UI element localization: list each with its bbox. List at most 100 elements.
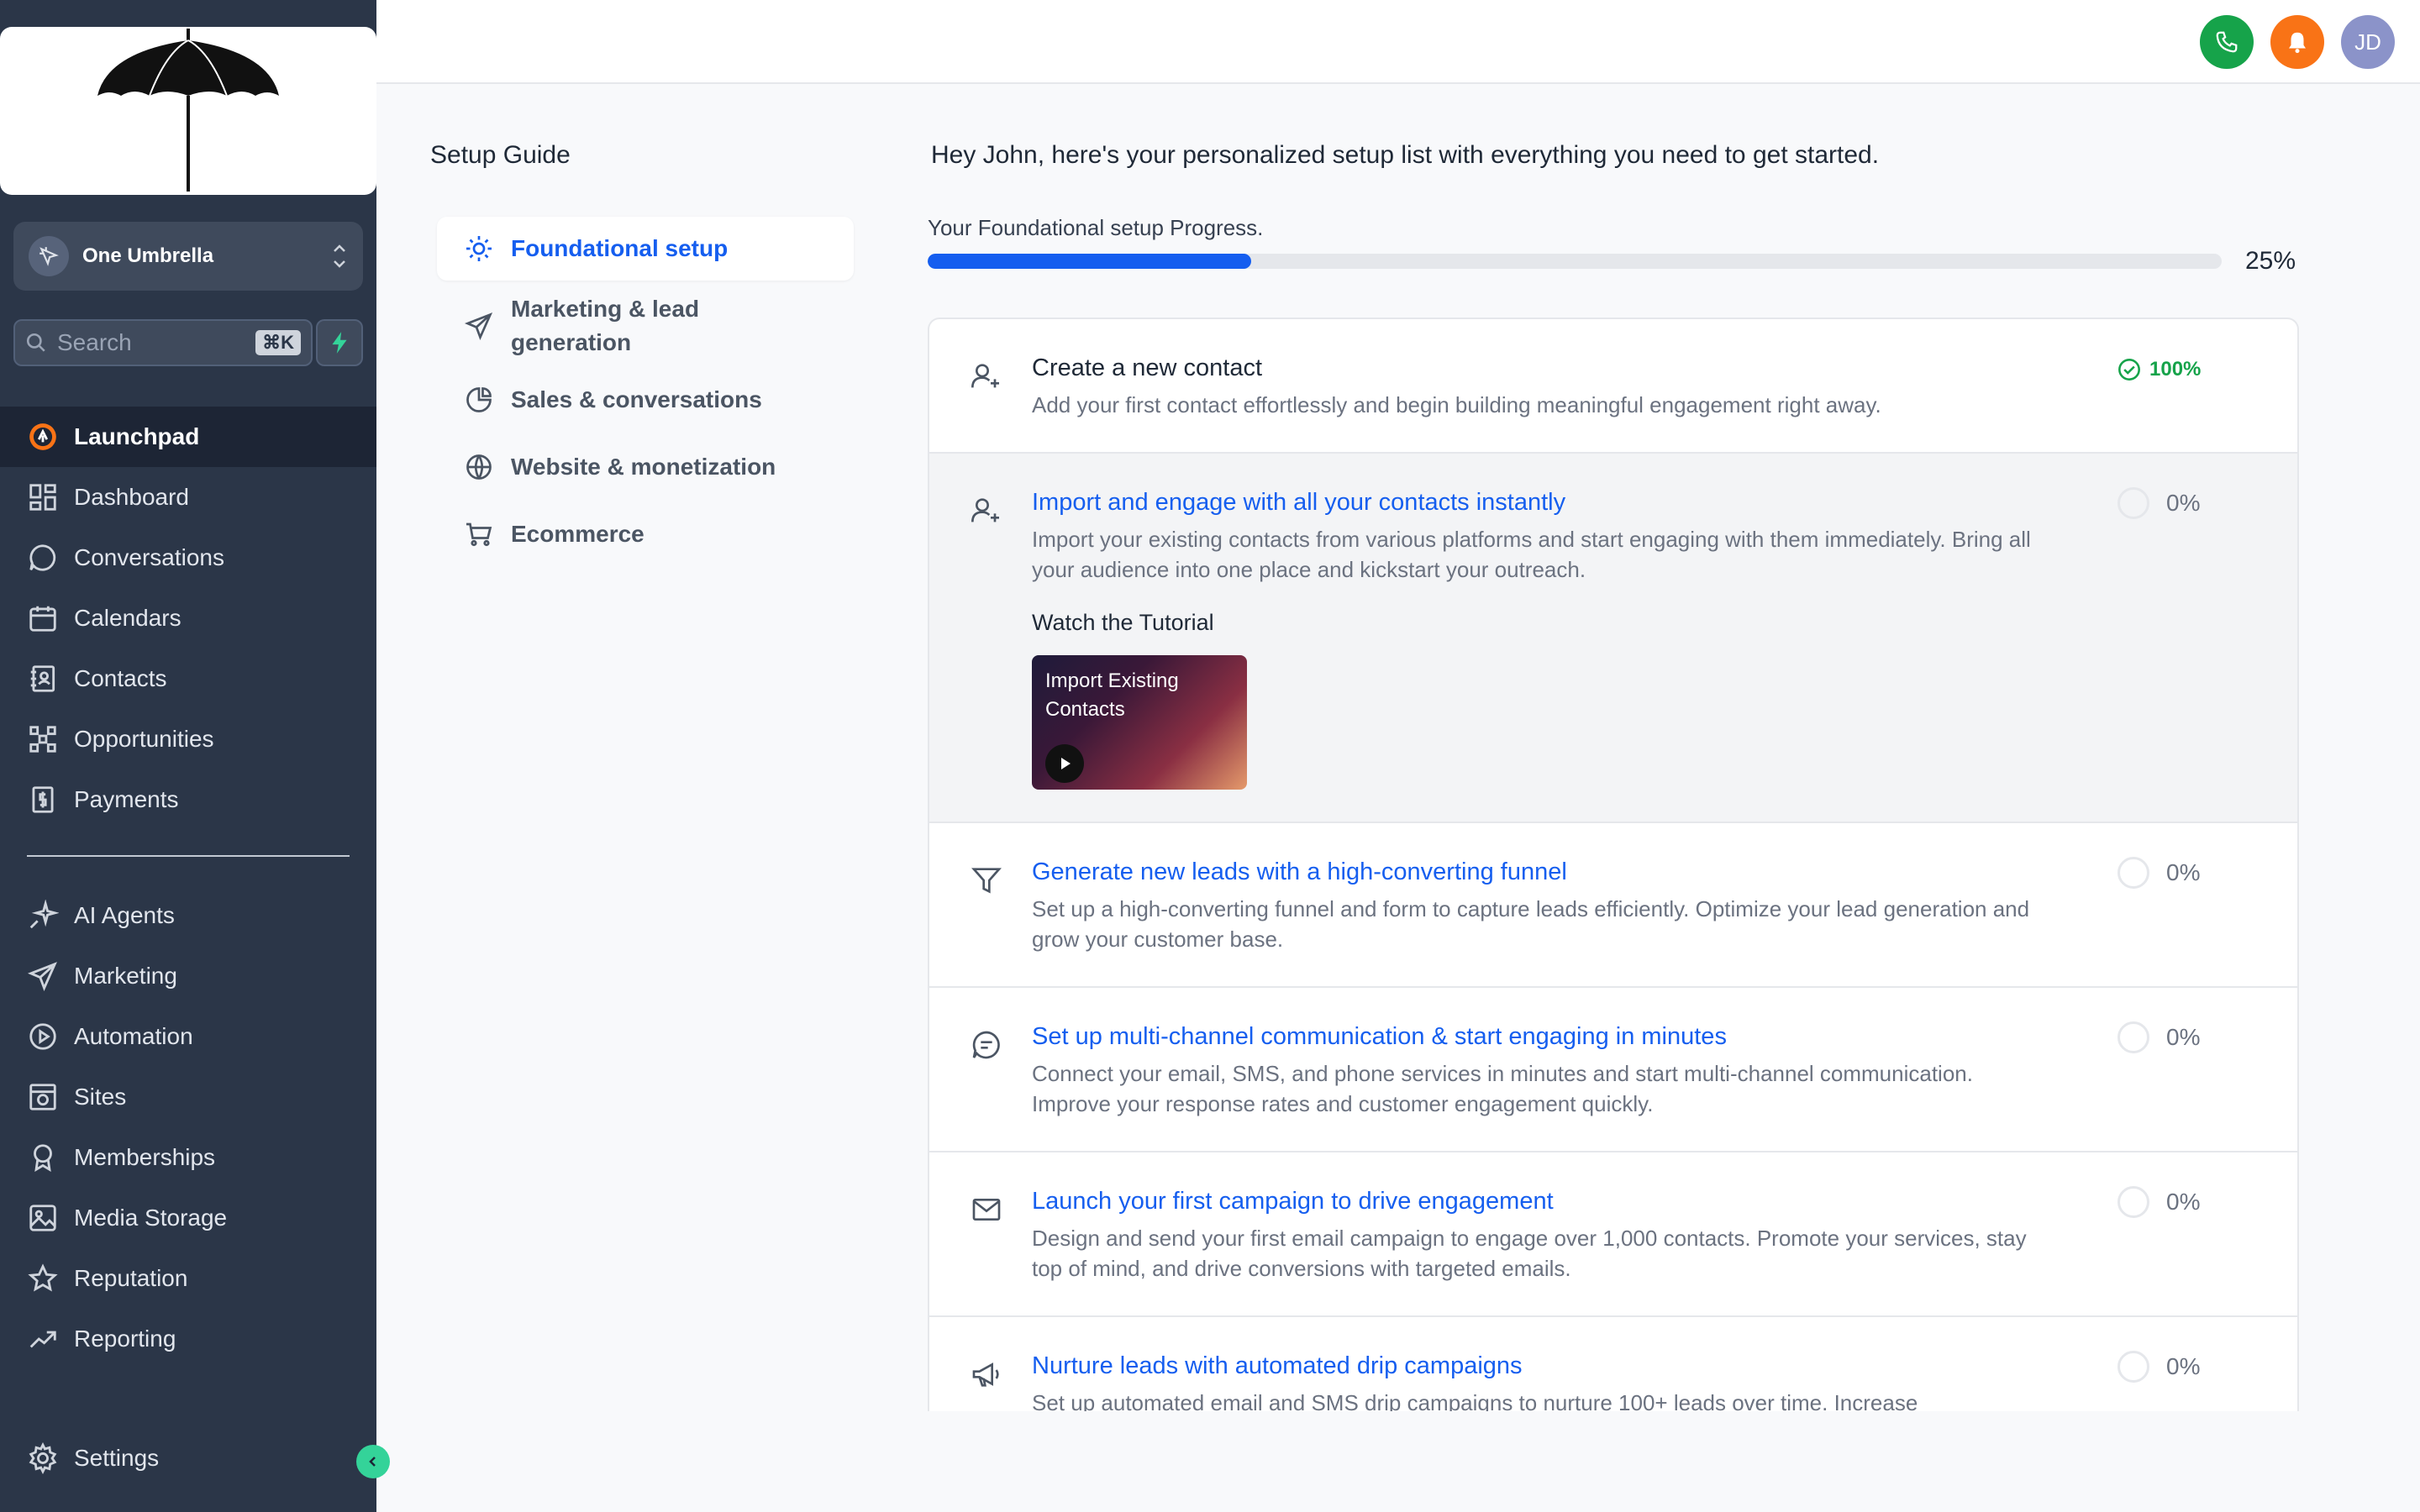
- tutorial-title: Import Existing Contacts: [1045, 669, 1179, 721]
- launchpad-icon: [29, 423, 56, 450]
- guide-item-foundational[interactable]: Foundational setup: [437, 217, 854, 281]
- task-item[interactable]: Generate new leads with a high-convertin…: [929, 823, 2297, 988]
- nav-label: Sites: [74, 1084, 127, 1110]
- task-item[interactable]: Nurture leads with automated drip campai…: [929, 1317, 2297, 1411]
- task-percent: 0%: [2166, 490, 2201, 516]
- chat-icon: [29, 544, 56, 571]
- send-icon: [27, 962, 57, 992]
- account-switcher[interactable]: One Umbrella: [13, 222, 363, 291]
- task-status: 0%: [2118, 1351, 2200, 1383]
- notifications-button[interactable]: [2270, 15, 2324, 69]
- nav-launchpad[interactable]: Launchpad: [0, 407, 376, 467]
- progress-percent: 25%: [2245, 247, 2296, 275]
- task-description: Design and send your first email campaig…: [1032, 1226, 2027, 1281]
- task-title[interactable]: Generate new leads with a high-convertin…: [1032, 858, 1567, 886]
- send-icon: [464, 312, 493, 341]
- task-status: 0%: [2118, 1186, 2200, 1218]
- nav-ai-agents[interactable]: AI Agents: [0, 885, 376, 946]
- guide-item-label: Website & monetization: [511, 454, 776, 480]
- nav-reporting[interactable]: Reporting: [0, 1309, 376, 1369]
- account-name: One Umbrella: [82, 244, 214, 267]
- nav-payments[interactable]: Payments: [0, 769, 376, 830]
- search-input[interactable]: Search: [57, 329, 255, 356]
- nav-label: Conversations: [74, 544, 224, 570]
- guide-item-label: Marketing & lead generation: [511, 296, 700, 355]
- nav-contacts[interactable]: Contacts: [0, 648, 376, 709]
- task-title[interactable]: Set up multi-channel communication & sta…: [1032, 1023, 1727, 1051]
- phone-button[interactable]: [2200, 15, 2254, 69]
- task-description: Import your existing contacts from vario…: [1032, 527, 2031, 582]
- nav-marketing[interactable]: Marketing: [0, 946, 376, 1006]
- sidebar: One Umbrella Search ⌘K Launchpad Dashboa…: [0, 0, 376, 1512]
- guide-item-sales[interactable]: Sales & conversations: [437, 366, 854, 433]
- nav-label: Calendars: [74, 605, 182, 631]
- user-plus-icon: [971, 498, 999, 522]
- task-description: Add your first contact effortlessly and …: [1032, 392, 1881, 417]
- globe-icon: [466, 454, 492, 480]
- nav-label: Automation: [74, 1023, 193, 1049]
- user-avatar[interactable]: JD: [2341, 15, 2395, 69]
- nav-label: Reporting: [74, 1326, 176, 1352]
- task-title[interactable]: Create a new contact: [1032, 354, 1262, 382]
- nav-dashboard[interactable]: Dashboard: [0, 467, 376, 528]
- nav-sites[interactable]: Sites: [0, 1067, 376, 1127]
- umbrella-logo-icon: [97, 29, 279, 192]
- badge-icon: [34, 1144, 52, 1173]
- collapse-sidebar-button[interactable]: [356, 1445, 390, 1478]
- phone-icon: [2216, 31, 2238, 53]
- image-icon: [29, 1205, 56, 1231]
- nav-label: AI Agents: [74, 902, 175, 928]
- top-bar: JD: [376, 0, 2420, 84]
- trend-icon: [29, 1331, 56, 1348]
- calendar-icon: [29, 606, 56, 632]
- nav-calendars[interactable]: Calendars: [0, 588, 376, 648]
- guide-item-label: Sales & conversations: [511, 386, 762, 412]
- task-title[interactable]: Import and engage with all your contacts…: [1032, 489, 1565, 517]
- task-list: Create a new contact Add your first cont…: [928, 318, 2299, 1411]
- task-title[interactable]: Launch your first campaign to drive enga…: [1032, 1188, 1554, 1215]
- tutorial-video[interactable]: Import Existing Contacts: [1032, 655, 1247, 790]
- nav-memberships[interactable]: Memberships: [0, 1127, 376, 1188]
- secondary-nav: AI Agents Marketing Automation Sites Mem…: [0, 885, 376, 1369]
- nav-conversations[interactable]: Conversations: [0, 528, 376, 588]
- opportunities-icon: [29, 726, 56, 753]
- chevron-updown-icon: [334, 244, 345, 268]
- nav-automation[interactable]: Automation: [0, 1006, 376, 1067]
- task-item[interactable]: Set up multi-channel communication & sta…: [929, 988, 2297, 1152]
- nav-opportunities[interactable]: Opportunities: [0, 709, 376, 769]
- progress-label: Your Foundational setup Progress.: [928, 215, 1264, 240]
- nav-settings[interactable]: Settings: [0, 1428, 376, 1488]
- sites-icon: [29, 1084, 56, 1110]
- guide-item-marketing[interactable]: Marketing & lead generation: [437, 286, 854, 366]
- nav-label: Reputation: [74, 1265, 188, 1291]
- task-item[interactable]: Create a new contact Add your first cont…: [929, 319, 2297, 454]
- sparkle-icon: [29, 900, 59, 929]
- avatar-initials: JD: [2354, 29, 2381, 55]
- search-box[interactable]: Search ⌘K: [13, 319, 313, 366]
- user-plus-icon: [971, 364, 999, 388]
- message-icon: [972, 1031, 1000, 1059]
- task-description: Set up a high-converting funnel and form…: [1032, 896, 2030, 952]
- nav-label: Opportunities: [74, 726, 214, 752]
- quick-actions-button[interactable]: [316, 319, 363, 366]
- nav-label: Settings: [74, 1445, 160, 1471]
- company-logo[interactable]: [0, 27, 376, 195]
- chart-pie-icon: [466, 387, 492, 412]
- nav-label: Dashboard: [74, 484, 189, 510]
- progress-fill: [928, 254, 1251, 269]
- lightning-icon: [332, 332, 347, 354]
- nav-label: Launchpad: [74, 423, 200, 449]
- nav-reputation[interactable]: Reputation: [0, 1248, 376, 1309]
- nav-media-storage[interactable]: Media Storage: [0, 1188, 376, 1248]
- nav-label: Marketing: [74, 963, 177, 989]
- play-icon: [1061, 758, 1071, 769]
- task-item[interactable]: Launch your first campaign to drive enga…: [929, 1152, 2297, 1317]
- task-item-expanded[interactable]: Import and engage with all your contacts…: [929, 454, 2297, 823]
- status-circle: [2118, 1351, 2149, 1383]
- guide-item-ecommerce[interactable]: Ecommerce: [437, 501, 854, 568]
- play-button[interactable]: [1045, 744, 1084, 783]
- guide-item-label: Ecommerce: [511, 521, 644, 547]
- task-title[interactable]: Nurture leads with automated drip campai…: [1032, 1352, 1523, 1380]
- guide-item-website[interactable]: Website & monetization: [437, 433, 854, 501]
- settings-nav: Settings: [0, 1428, 376, 1488]
